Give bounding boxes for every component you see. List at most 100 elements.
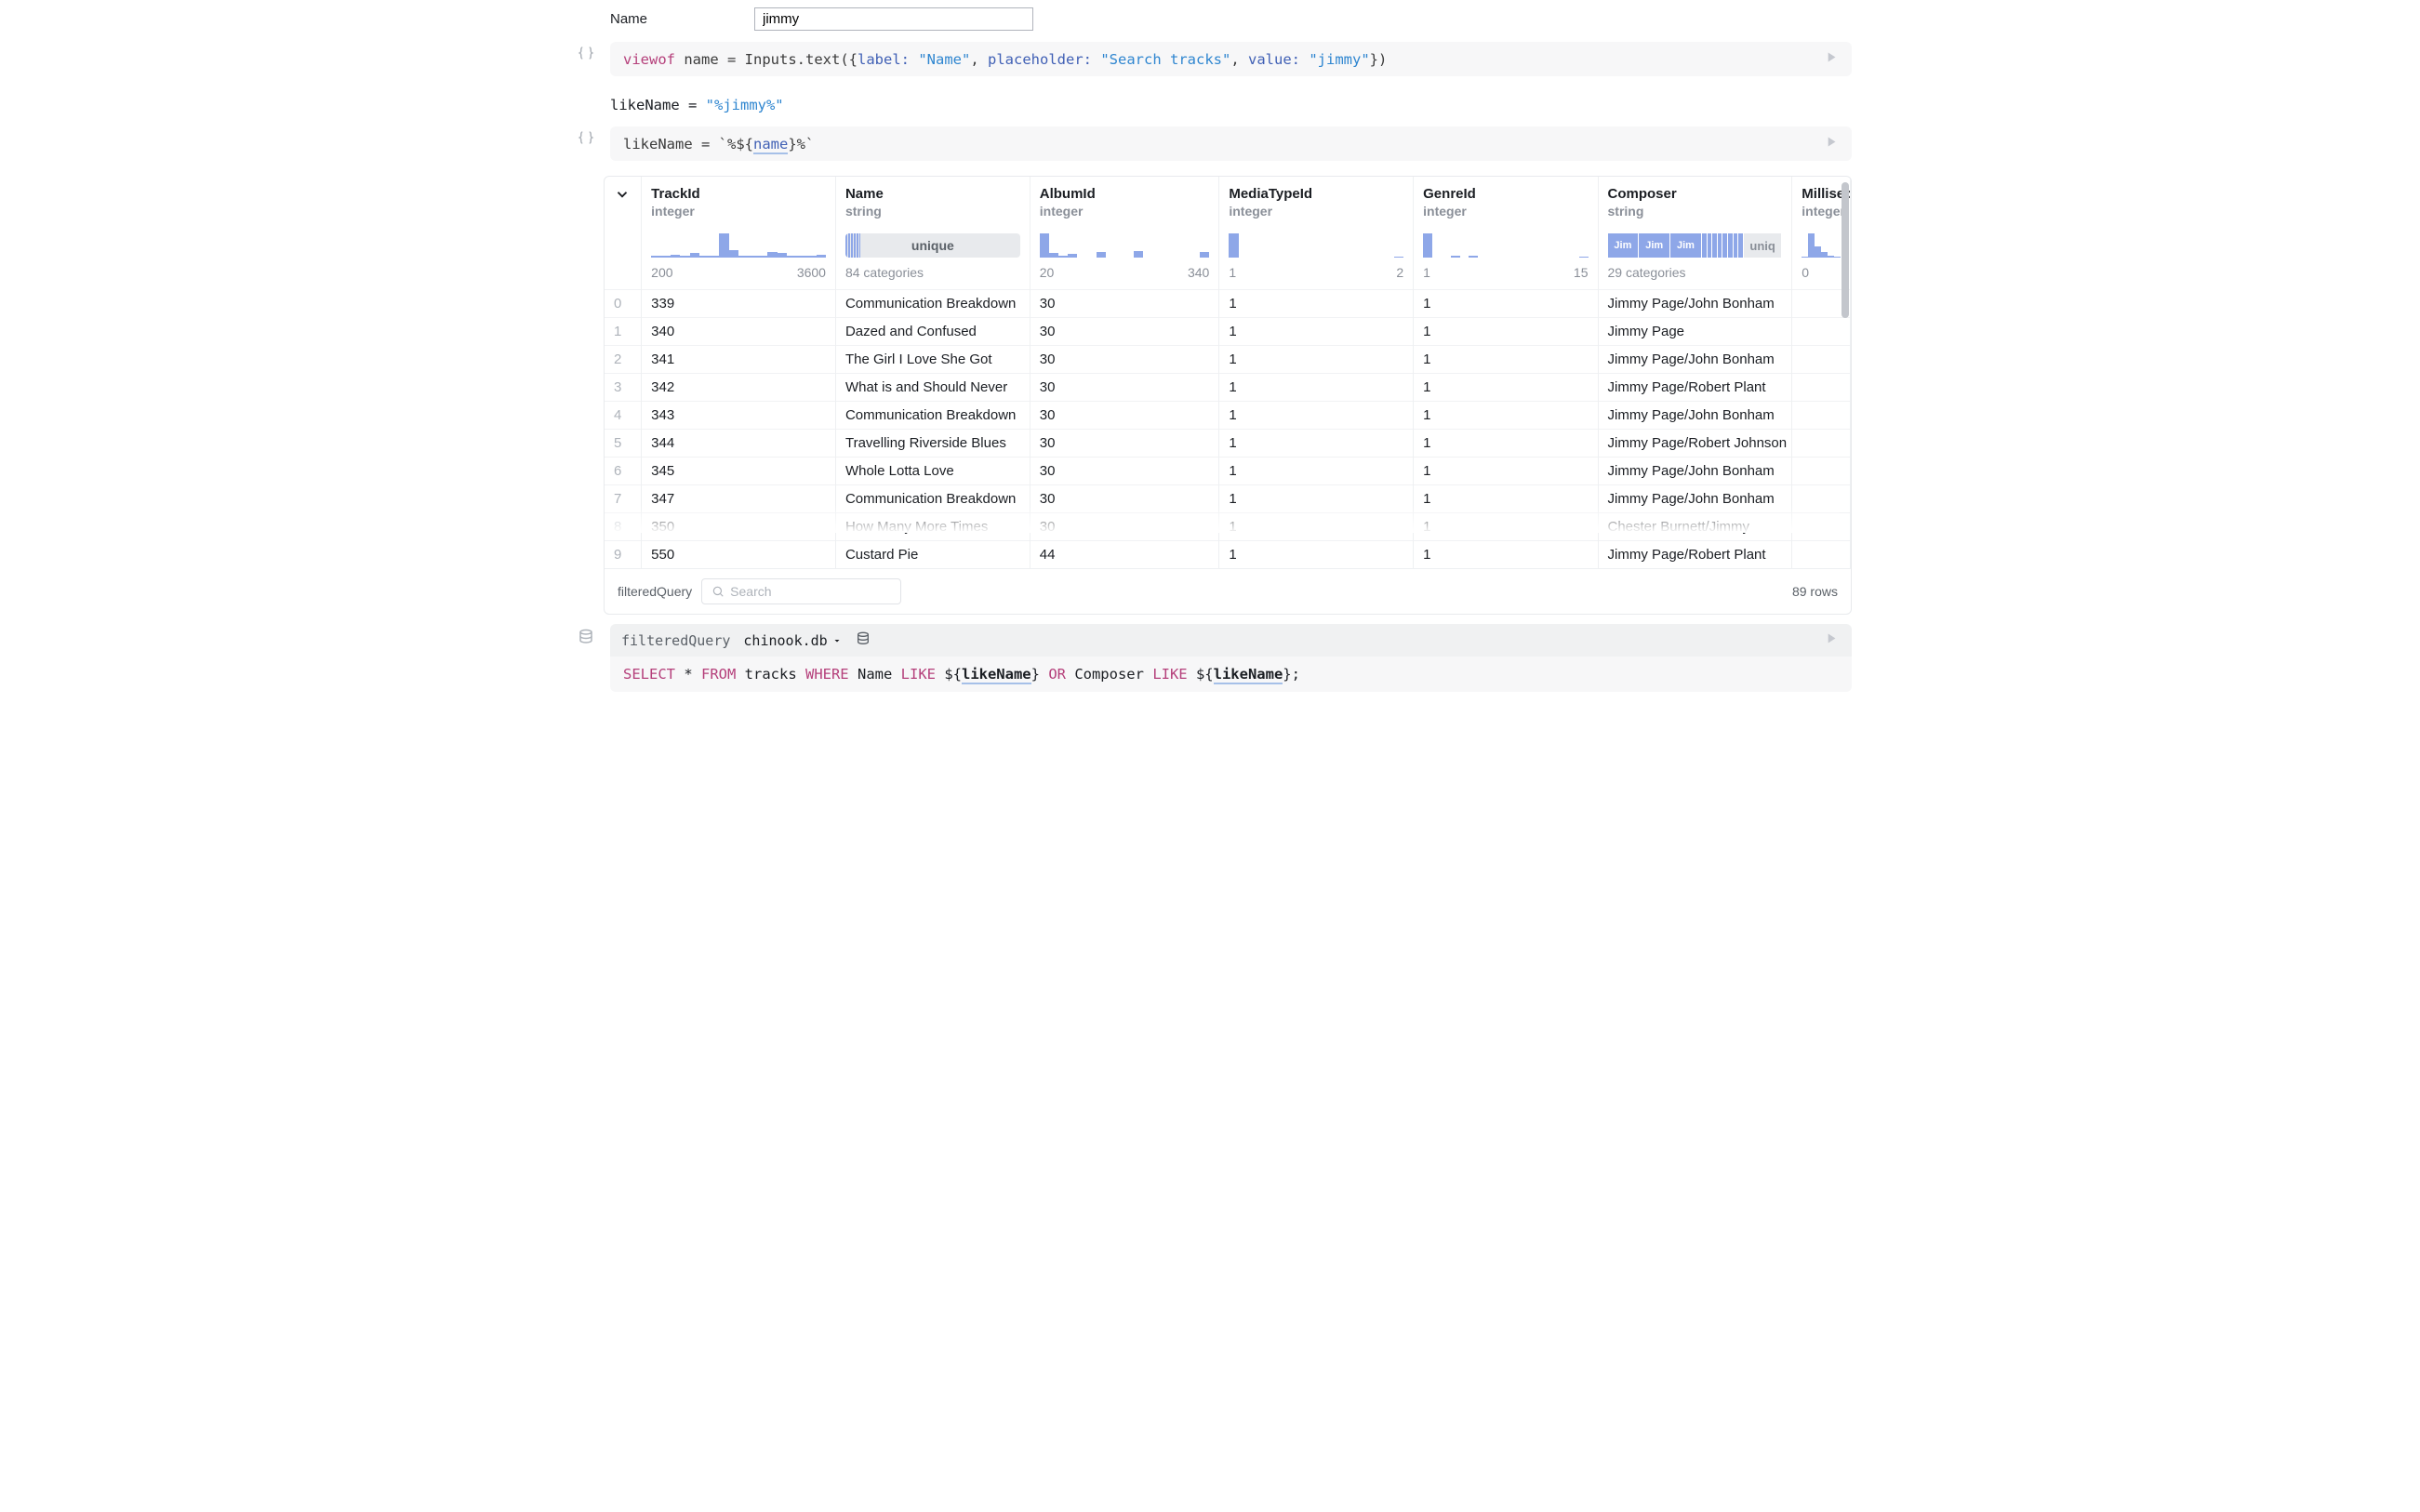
cell-name: Custard Pie (835, 541, 1030, 569)
row-index: 5 (605, 430, 642, 458)
cell-name: Communication Breakdown (835, 485, 1030, 513)
column-header-trackid[interactable]: TrackId integer (642, 177, 836, 224)
cell-genreid: 1 (1414, 374, 1598, 402)
cell-trackid: 342 (642, 374, 836, 402)
cell-mediatypeid: 1 (1219, 541, 1414, 569)
cell-albumid: 30 (1030, 374, 1219, 402)
sql-code[interactable]: SELECT * FROM tracks WHERE Name LIKE ${l… (610, 657, 1852, 692)
cell-milliseconds (1792, 374, 1851, 402)
cell-composer: Jimmy Page/Robert Plant (1598, 541, 1792, 569)
table-row[interactable]: 3342What is and Should Never3011Jimmy Pa… (605, 374, 1851, 402)
cell-genreid: 1 (1414, 318, 1598, 346)
albumid-histogram (1040, 233, 1210, 258)
cell-trackid: 347 (642, 485, 836, 513)
cell-genreid: 1 (1414, 458, 1598, 485)
cell-composer: Jimmy Page/Robert Johnson (1598, 430, 1792, 458)
cell-composer: Jimmy Page/John Bonham (1598, 485, 1792, 513)
cell-albumid: 30 (1030, 290, 1219, 318)
milliseconds-histogram (1802, 233, 1841, 258)
cell-trackid: 344 (642, 430, 836, 458)
cell-genreid: 1 (1414, 346, 1598, 374)
table-row[interactable]: 2341The Girl I Love She Got3011Jimmy Pag… (605, 346, 1851, 374)
code-line-likeName[interactable]: likeName = `%${name}%` (610, 126, 1852, 161)
cell-trackid: 343 (642, 402, 836, 430)
cell-genreid: 1 (1414, 485, 1598, 513)
cell-albumid: 30 (1030, 430, 1219, 458)
cell-mediatypeid: 1 (1219, 318, 1414, 346)
vertical-scrollbar[interactable] (1842, 182, 1849, 318)
run-cell-icon[interactable] (1823, 630, 1839, 650)
name-input-row: Name (568, 0, 1852, 38)
cell-mediatypeid: 1 (1219, 402, 1414, 430)
table-search-input[interactable]: Search (701, 578, 901, 604)
cell-milliseconds (1792, 430, 1851, 458)
query-name-label: filteredQuery (618, 584, 692, 599)
row-count: 89 rows (1792, 584, 1838, 599)
row-index: 1 (605, 318, 642, 346)
column-header-name[interactable]: Name string (835, 177, 1030, 224)
run-cell-icon[interactable] (1823, 49, 1839, 69)
row-index: 3 (605, 374, 642, 402)
likeName-output: likeName = "%jimmy%" (568, 80, 1852, 123)
search-icon (711, 585, 725, 598)
table-row[interactable]: 1340Dazed and Confused3011Jimmy Page (605, 318, 1851, 346)
cell-milliseconds (1792, 513, 1851, 541)
cell-likeName: likeName = `%${name}%` (568, 123, 1852, 165)
sql-cell-header: filteredQuery chinook.db (610, 624, 1852, 657)
name-unique-badge: unique (845, 233, 1020, 258)
cell-trackid: 350 (642, 513, 836, 541)
cell-mediatypeid: 1 (1219, 374, 1414, 402)
table-row[interactable]: 9550Custard Pie4411Jimmy Page/Robert Pla… (605, 541, 1851, 569)
cell-composer: Jimmy Page/John Bonham (1598, 402, 1792, 430)
db-selector[interactable]: chinook.db (743, 632, 842, 649)
row-index: 4 (605, 402, 642, 430)
cell-albumid: 30 (1030, 513, 1219, 541)
composer-category-bar: JimJimJimuniq (1608, 233, 1783, 258)
column-header-mediatypeid[interactable]: MediaTypeId integer (1219, 177, 1414, 224)
cell-name: Travelling Riverside Blues (835, 430, 1030, 458)
column-header-albumid[interactable]: AlbumId integer (1030, 177, 1219, 224)
table-row[interactable]: 8350How Many More Times3011Chester Burne… (605, 513, 1851, 541)
table-footer: filteredQuery Search 89 rows (605, 568, 1851, 614)
genreid-histogram (1423, 233, 1588, 258)
cell-mediatypeid: 1 (1219, 513, 1414, 541)
cell-albumid: 44 (1030, 541, 1219, 569)
column-header-composer[interactable]: Composer string (1598, 177, 1792, 224)
table-row[interactable]: 7347Communication Breakdown3011Jimmy Pag… (605, 485, 1851, 513)
cell-albumid: 30 (1030, 402, 1219, 430)
table-row[interactable]: 5344Travelling Riverside Blues3011Jimmy … (605, 430, 1851, 458)
cell-name: Communication Breakdown (835, 402, 1030, 430)
row-index: 0 (605, 290, 642, 318)
run-cell-icon[interactable] (1823, 134, 1839, 153)
cell-trackid: 345 (642, 458, 836, 485)
table-row[interactable]: 0339Communication Breakdown3011Jimmy Pag… (605, 290, 1851, 318)
cell-genreid: 1 (1414, 290, 1598, 318)
data-table-container: TrackId integer Name string AlbumId inte… (604, 176, 1852, 615)
cell-milliseconds (1792, 346, 1851, 374)
name-input[interactable] (754, 7, 1033, 31)
cell-trackid: 550 (642, 541, 836, 569)
cell-milliseconds (1792, 541, 1851, 569)
table-row[interactable]: 6345Whole Lotta Love3011Jimmy Page/John … (605, 458, 1851, 485)
column-header-genreid[interactable]: GenreId integer (1414, 177, 1598, 224)
cell-name: Whole Lotta Love (835, 458, 1030, 485)
cell-trackid: 340 (642, 318, 836, 346)
row-index: 6 (605, 458, 642, 485)
cell-albumid: 30 (1030, 485, 1219, 513)
chevron-down-icon[interactable] (614, 191, 631, 206)
cell-sql: filteredQuery chinook.db SELECT * FROM t… (568, 620, 1852, 696)
row-index: 7 (605, 485, 642, 513)
cell-milliseconds (1792, 402, 1851, 430)
cell-composer: Chester Burnett/Jimmy (1598, 513, 1792, 541)
cell-name: The Girl I Love She Got (835, 346, 1030, 374)
cell-composer: Jimmy Page/John Bonham (1598, 290, 1792, 318)
cell-genreid: 1 (1414, 541, 1598, 569)
database-icon (578, 629, 594, 649)
table-row[interactable]: 4343Communication Breakdown3011Jimmy Pag… (605, 402, 1851, 430)
row-index: 8 (605, 513, 642, 541)
data-table: TrackId integer Name string AlbumId inte… (605, 177, 1851, 568)
code-line-viewof[interactable]: viewof name = Inputs.text({label: "Name"… (610, 42, 1852, 76)
braces-icon (578, 45, 594, 65)
row-index: 9 (605, 541, 642, 569)
cell-name: Communication Breakdown (835, 290, 1030, 318)
